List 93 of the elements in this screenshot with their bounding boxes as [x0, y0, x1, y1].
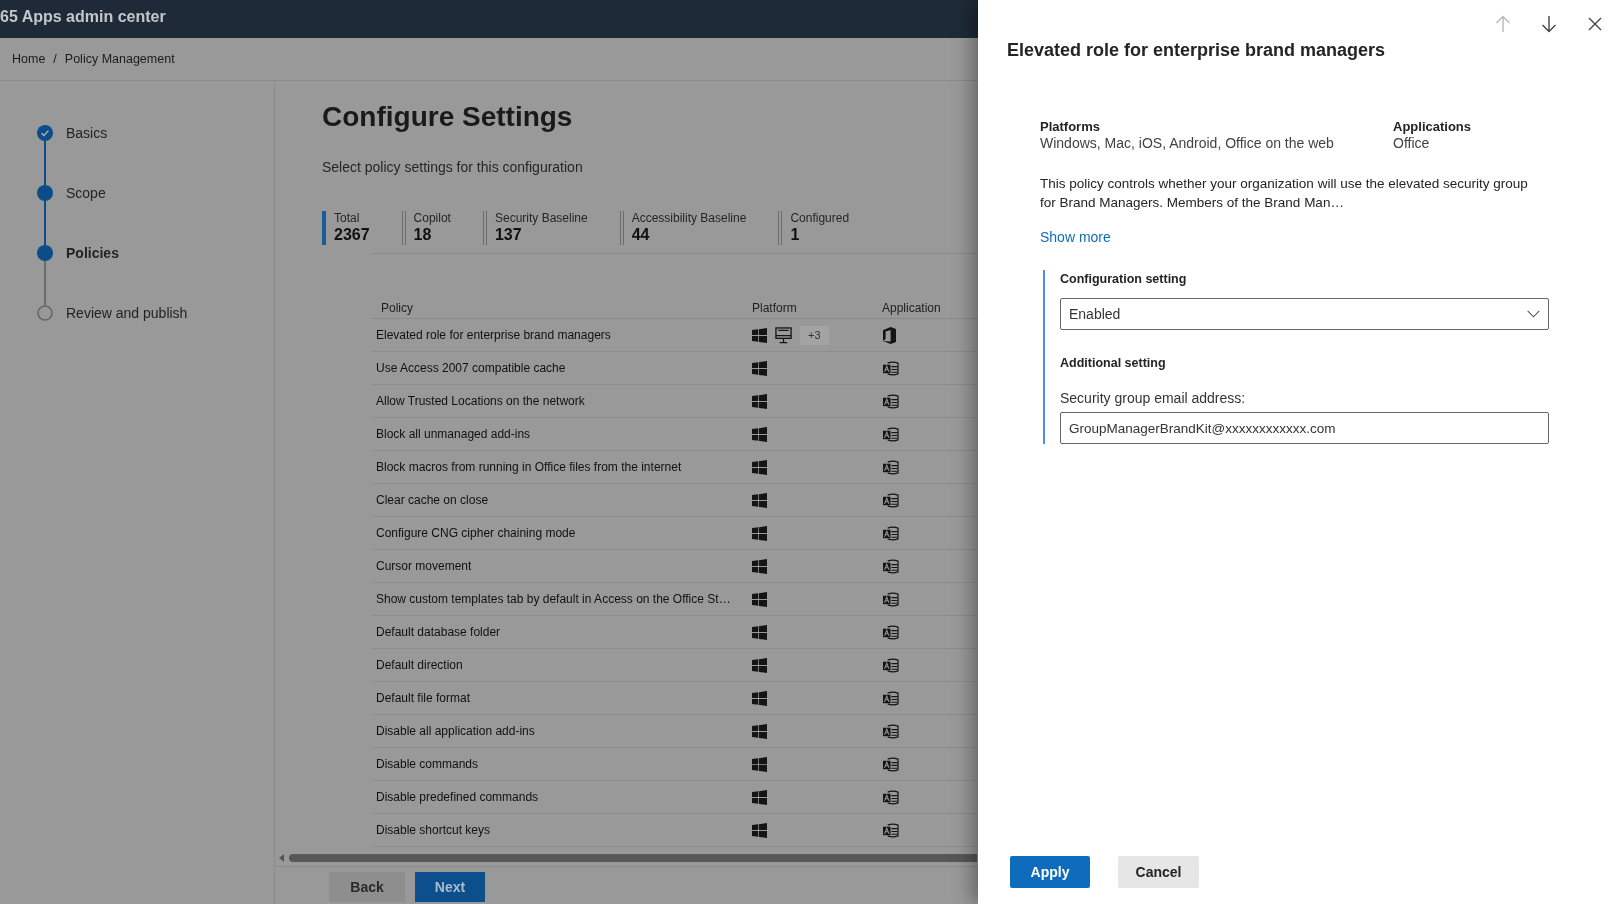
table-cell-text: Clear cache on close	[375, 493, 490, 507]
database-icon	[882, 756, 899, 772]
configuration-dropdown[interactable]: Enabled	[1060, 298, 1549, 330]
table-cell-text: Default database folder	[375, 625, 502, 639]
field-label: Security group email address:	[1060, 389, 1246, 407]
monitor-icon	[775, 326, 792, 344]
step-label[interactable]: Review and publish	[66, 305, 188, 321]
database-icon	[882, 426, 899, 442]
column-header: Policy	[380, 301, 414, 315]
windows-logo-icon	[752, 525, 767, 541]
windows-logo-icon	[752, 360, 767, 376]
windows-logo-icon	[752, 657, 767, 673]
show-more-link[interactable]: Show more	[1040, 228, 1111, 247]
windows-logo-icon	[752, 327, 767, 343]
windows-logo-icon	[752, 690, 767, 706]
step-label[interactable]: Basics	[66, 125, 108, 141]
windows-logo-icon	[752, 426, 767, 442]
database-icon	[882, 360, 899, 376]
windows-logo-icon	[752, 822, 767, 838]
page-title: Configure Settings	[322, 100, 573, 134]
column-header: Application	[881, 301, 942, 315]
database-icon	[882, 789, 899, 805]
database-icon	[882, 723, 899, 739]
page-subtitle: Select policy settings for this configuration	[322, 158, 583, 176]
windows-logo-icon	[752, 723, 767, 739]
panel-title: Elevated role for enterprise brand managers	[1007, 39, 1386, 62]
policy-description: This policy controls whether your organization will use the elevated security group for Brand Managers. Members of the Brand Man…	[1040, 175, 1529, 212]
cancel-button[interactable]: Cancel	[1118, 856, 1199, 888]
step-connector	[44, 141, 46, 185]
table-cell-text: Default file format	[375, 691, 472, 705]
stat-filter[interactable]: Total 2367	[322, 211, 370, 245]
arrow-up-icon	[1495, 15, 1511, 33]
column-header: Platform	[751, 301, 798, 315]
table-cell-text: Configure CNG cipher chaining mode	[375, 526, 577, 540]
table-cell-text: Disable commands	[375, 757, 480, 771]
table-cell-text: Use Access 2007 compatible cache	[375, 361, 567, 375]
database-icon	[882, 822, 899, 838]
breadcrumb-separator: /	[53, 52, 57, 66]
table-cell-text: Default direction	[375, 658, 464, 672]
database-icon	[882, 525, 899, 541]
windows-logo-icon	[752, 492, 767, 508]
database-icon	[882, 690, 899, 706]
table-cell-text: Disable shortcut keys	[375, 823, 492, 837]
table-cell-text: Disable predefined commands	[375, 790, 540, 804]
detail-label: Applications	[1393, 118, 1471, 135]
windows-logo-icon	[752, 459, 767, 475]
table-cell-text: Allow Trusted Locations on the network	[375, 394, 586, 408]
database-icon	[882, 591, 899, 607]
database-icon	[882, 624, 899, 640]
table-cell-text: Show custom templates tab by default in Access on the Office St…	[375, 592, 732, 606]
table-cell-text: Elevated role for enterprise brand managers	[375, 328, 612, 342]
step-connector	[44, 201, 46, 245]
setting-label: Configuration setting	[1060, 271, 1187, 287]
database-icon	[882, 492, 899, 508]
apply-button[interactable]: Apply	[1010, 856, 1090, 888]
step-label[interactable]: Scope	[66, 185, 106, 201]
back-button[interactable]: Back	[329, 872, 405, 902]
database-icon	[882, 558, 899, 574]
stat-filter[interactable]: Copilot 18	[401, 211, 451, 245]
detail-value: Windows, Mac, iOS, Android, Office on the web	[1040, 135, 1334, 152]
windows-logo-icon	[752, 789, 767, 805]
detail-label: Platforms	[1040, 118, 1100, 135]
email-input[interactable]: GroupManagerBrandKit@xxxxxxxxxxxx.com	[1060, 412, 1549, 444]
table-cell-text: Block all unmanaged add-ins	[375, 427, 532, 441]
database-icon	[882, 657, 899, 673]
stat-filter[interactable]: Configured 1	[778, 211, 850, 245]
scrollbar-thumb[interactable]	[289, 854, 977, 862]
windows-logo-icon	[752, 756, 767, 772]
close-icon	[1588, 17, 1602, 31]
breadcrumb-link[interactable]: Policy Management	[64, 52, 175, 66]
app-title: 65 Apps admin center	[0, 8, 166, 27]
stat-filter[interactable]: Accessibility Baseline 44	[619, 211, 747, 245]
windows-logo-icon	[752, 393, 767, 409]
table-cell-text: Disable all application add-ins	[375, 724, 536, 738]
step-label[interactable]: Policies	[66, 245, 119, 261]
detail-value: Office	[1393, 135, 1430, 152]
more-count-badge[interactable]: +3	[800, 325, 829, 345]
stat-filter[interactable]: Security Baseline 137	[482, 211, 588, 245]
table-cell-text: Cursor movement	[375, 559, 473, 573]
windows-logo-icon	[752, 558, 767, 574]
chevron-down-icon	[1527, 310, 1540, 318]
windows-logo-icon	[752, 624, 767, 640]
table-cell-text: Block macros from running in Office files from the internet	[375, 460, 683, 474]
windows-logo-icon	[752, 591, 767, 607]
database-icon	[882, 459, 899, 475]
step-connector	[44, 261, 46, 305]
database-icon	[882, 393, 899, 409]
section-heading: Additional setting	[1060, 355, 1166, 371]
breadcrumb-link[interactable]: Home	[12, 52, 46, 66]
arrow-down-icon	[1541, 15, 1557, 33]
scroll-left-icon[interactable]	[279, 854, 284, 862]
next-button[interactable]: Next	[415, 872, 485, 902]
office-logo-icon	[882, 326, 896, 344]
